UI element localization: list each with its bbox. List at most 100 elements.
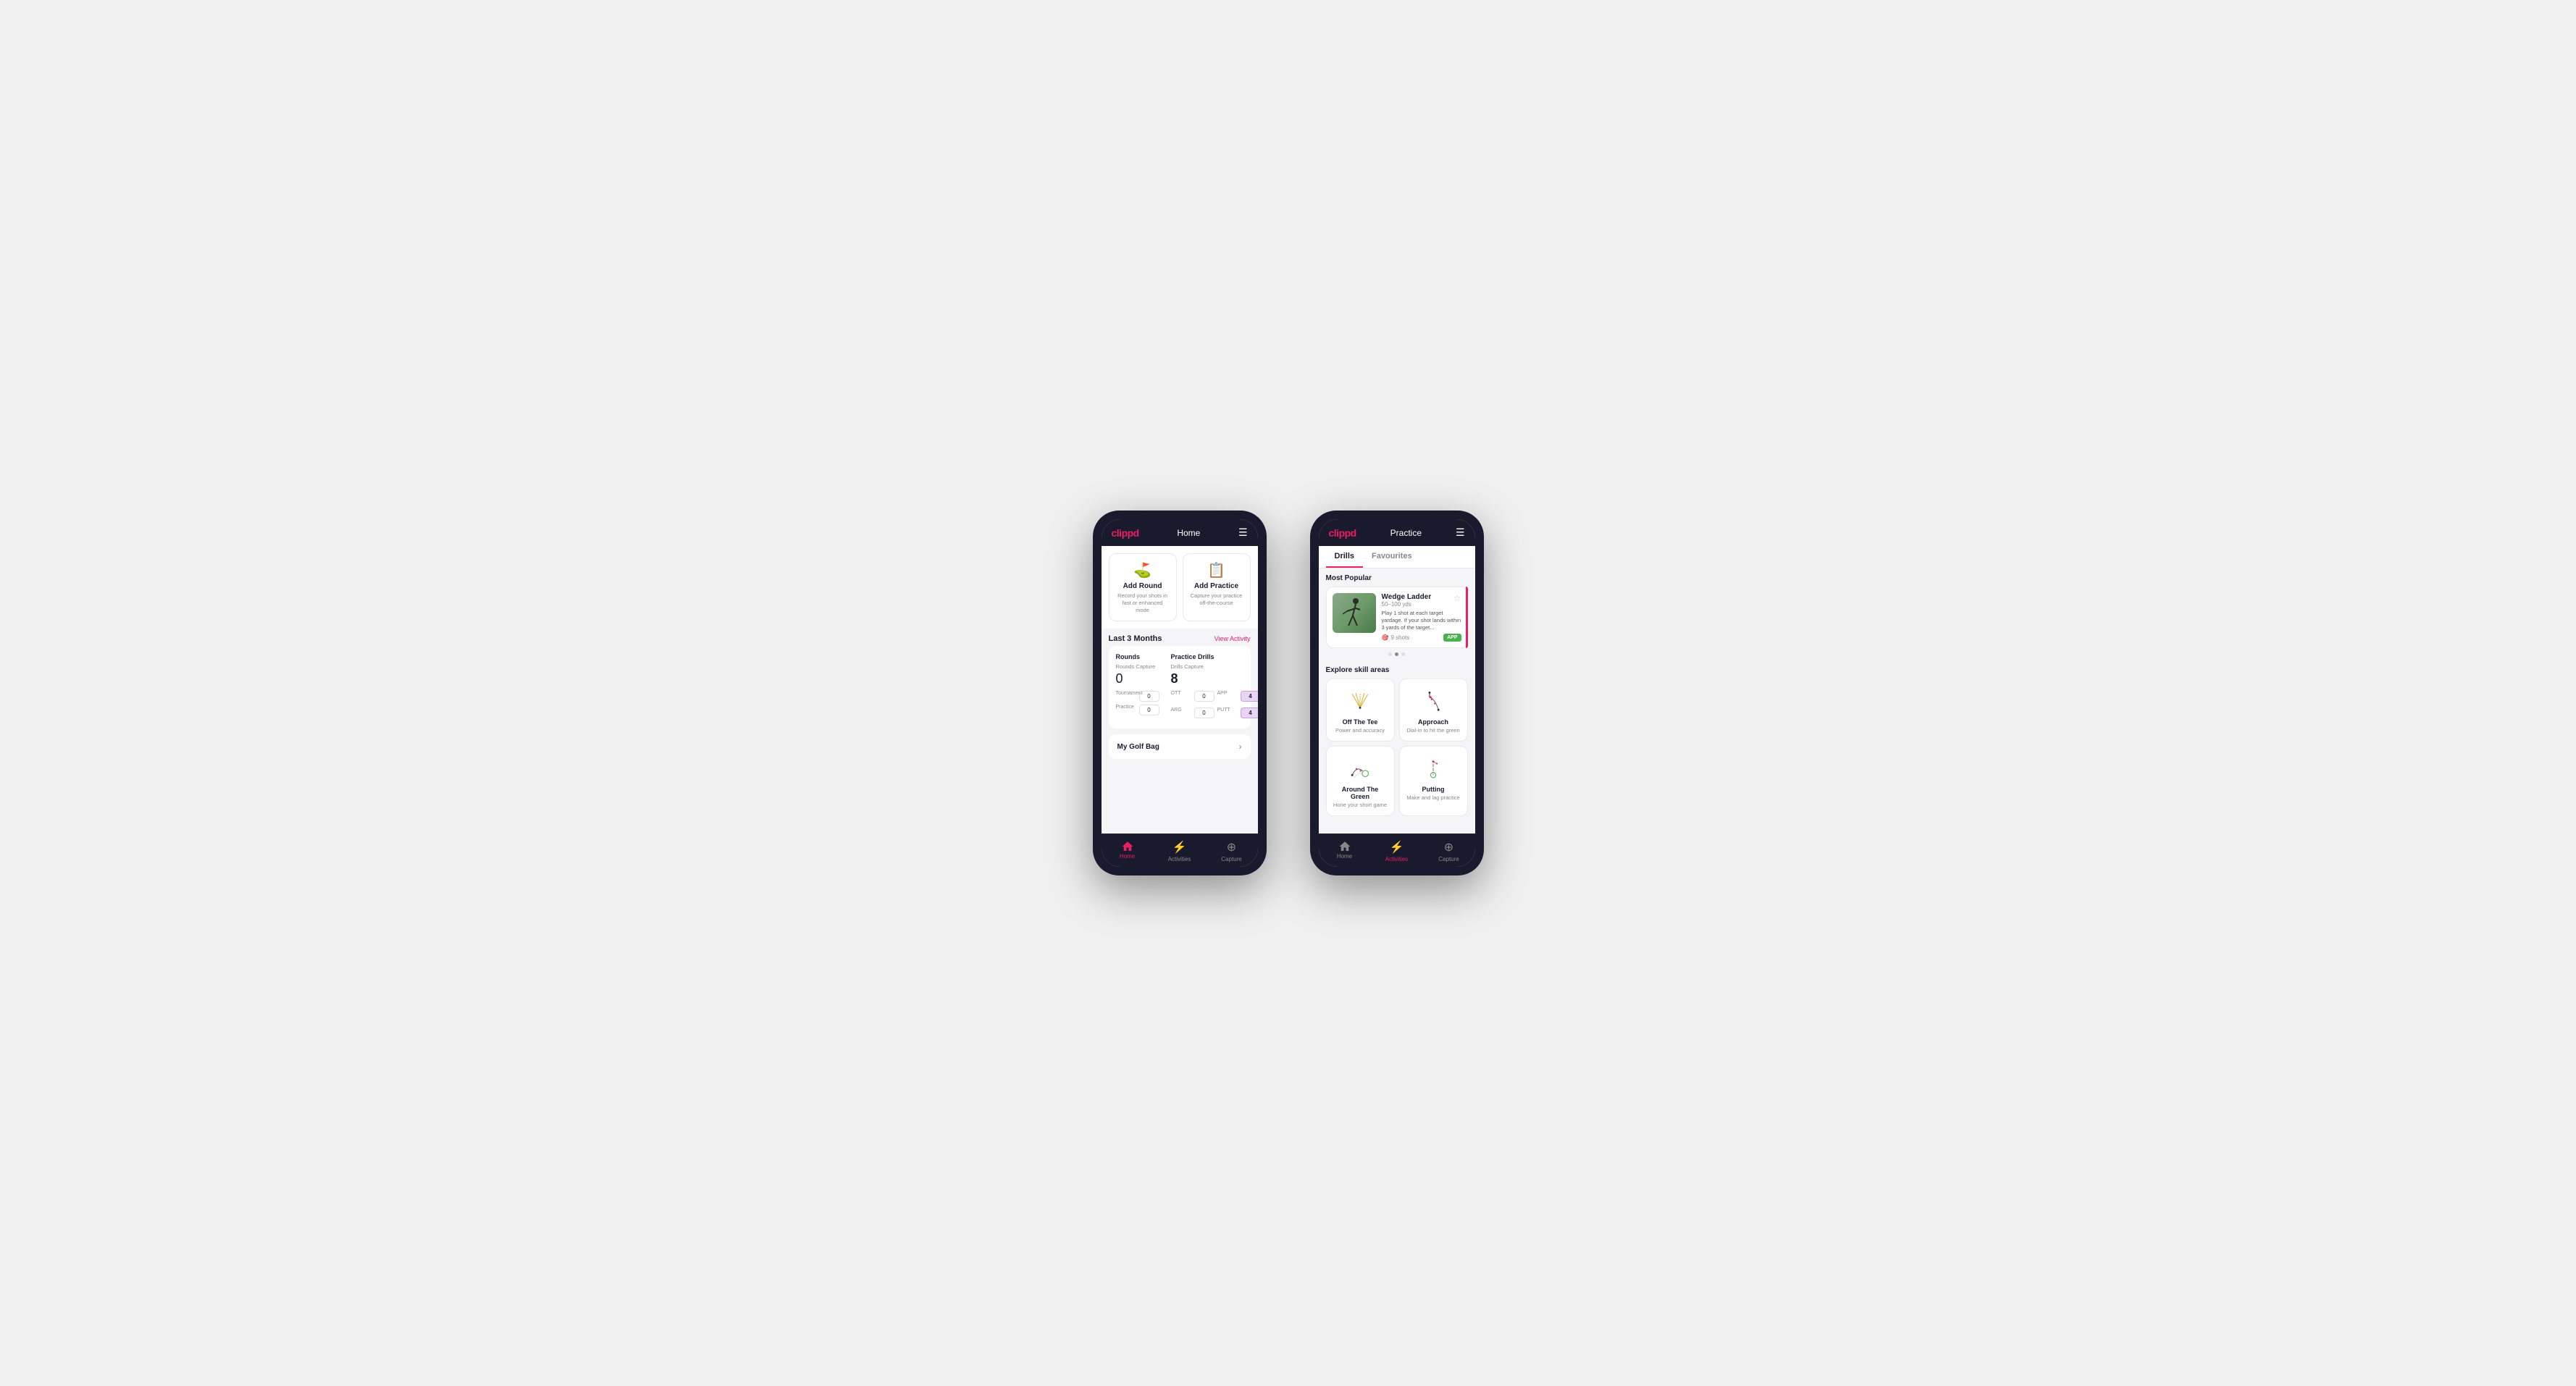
logo-2: clippd [1329,527,1356,539]
drill-footer: 🎯 9 shots APP [1382,634,1461,642]
practice-label: Practice [1116,705,1136,715]
add-practice-title: Add Practice [1189,582,1244,590]
dot-1 [1388,652,1392,656]
chevron-right-icon: › [1239,742,1242,752]
star-icon[interactable]: ☆ [1453,593,1461,603]
drill-info-header: Wedge Ladder 50–100 yds ☆ [1382,593,1461,610]
off-the-tee-desc: Power and accuracy [1333,727,1388,734]
putting-name: Putting [1406,786,1461,793]
stats-card: Rounds Rounds Capture 0 Tournament 0 Pra… [1109,646,1251,728]
drill-side-bar [1466,587,1468,648]
skill-card-putting[interactable]: Putting Make and lag practice [1399,746,1468,816]
tournament-label: Tournament [1116,691,1136,702]
drill-thumb-image [1333,593,1376,633]
app-label: APP [1217,691,1238,702]
skill-card-approach[interactable]: Approach Dial-in to hit the green [1399,679,1468,742]
drill-name-group: Wedge Ladder 50–100 yds [1382,593,1432,610]
quick-actions: ⛳ Add Round Record your shots in fast or… [1102,546,1258,629]
nav-capture-label-2: Capture [1438,856,1459,862]
tab-favourites[interactable]: Favourites [1363,546,1421,568]
header-title: Home [1177,528,1200,538]
nav-home-label: Home [1120,853,1135,860]
home-icon [1121,840,1134,853]
drills-capture-label: Drills Capture [1171,663,1258,670]
rounds-col: Rounds Rounds Capture 0 Tournament 0 Pra… [1116,653,1159,721]
shots-count: 🎯 9 shots [1382,634,1410,641]
drill-description: Play 1 shot at each target yardage. If y… [1382,610,1461,631]
target-icon: 🎯 [1382,634,1389,641]
phone-1-header: clippd Home ☰ [1102,519,1258,546]
logo: clippd [1112,527,1139,539]
home-icon-2 [1338,840,1351,853]
putting-icon [1420,755,1446,781]
drill-card[interactable]: Wedge Ladder 50–100 yds ☆ Play 1 shot at… [1326,587,1468,648]
add-round-card[interactable]: ⛳ Add Round Record your shots in fast or… [1109,553,1177,621]
drill-thumbnail [1333,593,1376,633]
nav-activities[interactable]: ⚡ Activities [1154,834,1206,867]
tabs-bar: Drills Favourites [1319,546,1475,568]
dot-2 [1395,652,1398,656]
drills-title: Practice Drills [1171,653,1258,660]
tab-drills[interactable]: Drills [1326,546,1364,568]
view-activity-link[interactable]: View Activity [1214,635,1251,642]
nav-home-label-2: Home [1337,853,1352,860]
skill-card-around-green[interactable]: Around The Green Hone your short game [1326,746,1395,816]
golfer-svg [1340,595,1369,631]
arg-label: ARG [1171,707,1191,718]
putt-value: 4 [1241,707,1258,718]
add-practice-desc: Capture your practice off-the-course [1189,592,1244,607]
drill-range: 50–100 yds [1382,601,1432,608]
nav-capture[interactable]: ⊕ Capture [1206,834,1258,867]
ott-label: OTT [1171,691,1191,702]
skill-card-off-the-tee[interactable]: Off The Tee Power and accuracy [1326,679,1395,742]
skill-areas-title: Explore skill areas [1326,666,1468,674]
approach-icon-area [1406,686,1461,715]
dot-3 [1401,652,1405,656]
phone-2-bottom-nav: Home ⚡ Activities ⊕ Capture [1319,833,1475,867]
phone-2-header: clippd Practice ☰ [1319,519,1475,546]
off-the-tee-icon [1347,688,1373,714]
drills-col: Practice Drills Drills Capture 8 OTT 0 A… [1171,653,1258,721]
app-value: 4 [1241,691,1258,702]
most-popular-section: Most Popular [1319,568,1475,666]
header-title-2: Practice [1390,528,1422,538]
rounds-total: 0 [1116,671,1159,686]
around-green-icon-area [1333,754,1388,783]
around-green-name: Around The Green [1333,786,1388,800]
golf-bag-row[interactable]: My Golf Bag › [1109,734,1251,759]
drill-name: Wedge Ladder [1382,593,1432,601]
hamburger-icon-2[interactable]: ☰ [1456,526,1465,539]
around-green-desc: Hone your short game [1333,802,1388,808]
nav-home[interactable]: Home [1102,834,1154,867]
nav-capture-2[interactable]: ⊕ Capture [1423,834,1475,867]
nav-home-2[interactable]: Home [1319,834,1371,867]
capture-icon-2: ⊕ [1444,840,1453,854]
add-practice-card[interactable]: 📋 Add Practice Capture your practice off… [1183,553,1251,621]
activities-icon-2: ⚡ [1390,840,1404,854]
add-round-icon: ⛳ [1115,561,1170,579]
practice-stat: Practice 0 [1116,705,1159,715]
add-round-desc: Record your shots in fast or enhanced mo… [1115,592,1170,613]
rounds-capture-label: Rounds Capture [1116,663,1159,670]
arg-value: 0 [1194,707,1214,718]
phone-1-screen: clippd Home ☰ ⛳ Add Round Record your sh… [1102,519,1258,867]
add-practice-icon: 📋 [1189,561,1244,579]
screen-content: ⛳ Add Round Record your shots in fast or… [1102,546,1258,833]
add-round-title: Add Round [1115,582,1170,590]
off-the-tee-icon-area [1333,686,1388,715]
approach-icon [1420,688,1446,714]
ott-value: 0 [1194,691,1214,702]
approach-desc: Dial-in to hit the green [1406,727,1461,734]
phone-2-screen: clippd Practice ☰ Drills Favourites Most… [1319,519,1475,867]
drills-row-1: OTT 0 APP 4 [1171,691,1258,705]
nav-activities-2[interactable]: ⚡ Activities [1371,834,1423,867]
drills-total: 8 [1171,671,1258,686]
tournament-stat: Tournament 0 [1116,691,1159,702]
stats-row: Rounds Rounds Capture 0 Tournament 0 Pra… [1116,653,1243,721]
hamburger-icon[interactable]: ☰ [1238,526,1248,539]
phone-1-bottom-nav: Home ⚡ Activities ⊕ Capture [1102,833,1258,867]
most-popular-title: Most Popular [1326,574,1468,582]
activity-title: Last 3 Months [1109,634,1162,643]
carousel-dots [1326,648,1468,660]
approach-name: Approach [1406,718,1461,726]
